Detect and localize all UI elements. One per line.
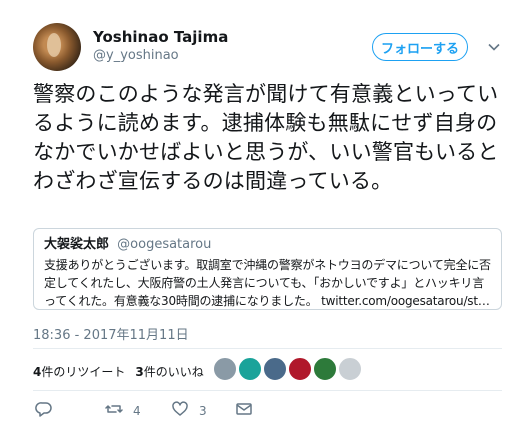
retweet-count: 4: [133, 403, 141, 418]
tweet-text: 警察のこのような発言が聞けて有意義といっているように読めます。逮捕体験も無駄にせ…: [33, 82, 499, 193]
quoted-tweet[interactable]: 大袈裟太郎 @oogesatarou 支援ありがとうございます。取調室で沖縄の警…: [33, 228, 502, 310]
divider: [33, 348, 502, 349]
liker-avatar[interactable]: [213, 357, 237, 381]
like-stat-label: 件のいいね: [143, 365, 204, 379]
quoted-tweet-header: 大袈裟太郎 @oogesatarou: [44, 237, 491, 253]
tweet-card: Yoshinao Tajima @y_yoshinao フォローする 警察のこの…: [0, 0, 532, 442]
like-count: 3: [199, 403, 207, 418]
avatar[interactable]: [33, 23, 81, 71]
retweet-icon: [105, 400, 123, 421]
chevron-down-icon[interactable]: [488, 38, 500, 51]
heart-icon: [171, 400, 189, 421]
reply-button[interactable]: [35, 400, 53, 421]
liker-avatar[interactable]: [338, 357, 362, 381]
retweet-button[interactable]: 4: [105, 400, 141, 421]
like-button[interactable]: 3: [171, 400, 207, 421]
envelope-icon: [235, 400, 253, 421]
liker-avatar[interactable]: [238, 357, 262, 381]
divider: [33, 390, 502, 391]
quoted-tweet-text: 支援ありがとうございます。取調室で沖縄の警察がネトウヨのデマについて完全に否定し…: [44, 258, 491, 308]
like-stat[interactable]: 3件のいいね: [135, 363, 203, 380]
user-name[interactable]: Yoshinao Tajima: [93, 28, 228, 46]
tweet-actions: 4 3: [33, 400, 502, 420]
liker-avatar[interactable]: [288, 357, 312, 381]
dm-button[interactable]: [235, 400, 253, 421]
tweet-stats: 4件のリツイート 3件のいいね: [33, 363, 214, 380]
retweet-stat[interactable]: 4件のリツイート: [33, 363, 125, 380]
user-handle[interactable]: @y_yoshinao: [93, 48, 179, 63]
quoted-user-name: 大袈裟太郎: [44, 237, 110, 252]
follow-button[interactable]: フォローする: [372, 33, 468, 61]
retweet-stat-label: 件のリツイート: [41, 365, 126, 379]
like-stat-count: 3: [135, 365, 144, 379]
tweet-timestamp[interactable]: 18:36 - 2017年11月11日: [33, 324, 189, 343]
quoted-user-handle: @oogesatarou: [117, 237, 212, 252]
liker-avatar[interactable]: [313, 357, 337, 381]
reply-icon: [35, 400, 53, 421]
liker-avatar[interactable]: [263, 357, 287, 381]
